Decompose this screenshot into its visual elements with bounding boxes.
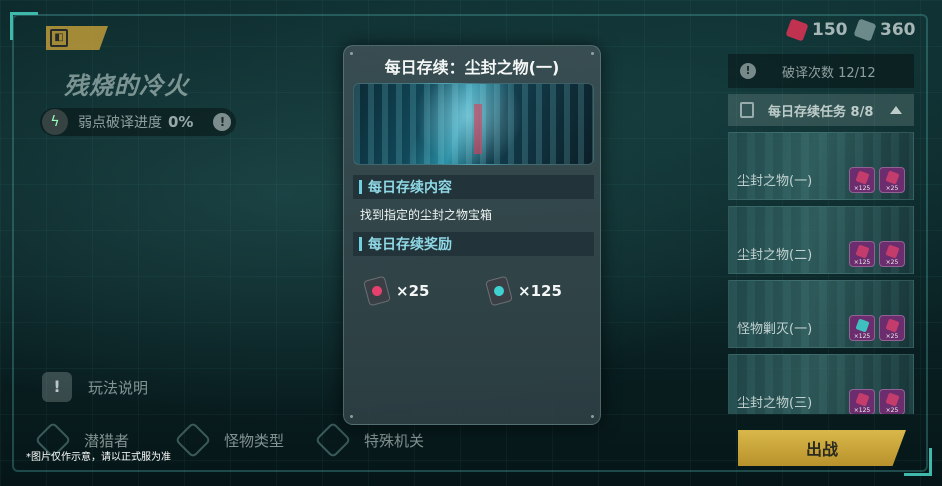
back-button[interactable]: ◧ <box>46 26 108 50</box>
caret-up-icon <box>890 106 902 114</box>
red-crystal-icon <box>785 18 809 42</box>
reward-count: ×125 <box>853 407 871 414</box>
task-card[interactable]: 尘封之物(三) ×125 ×25 <box>728 354 914 414</box>
disclaimer-text: *图片仅作示意，请以正式服为准 <box>26 452 171 463</box>
task-name: 尘封之物(一) <box>737 174 813 189</box>
task-preview-image <box>353 83 594 165</box>
red-crystal-icon: ×25 <box>879 167 905 193</box>
weakness-progress-label: 弱点破译进度 <box>78 115 162 131</box>
reward-count: ×25 <box>396 282 430 300</box>
red-crystal-icon <box>363 275 391 307</box>
info-icon[interactable]: ! <box>213 113 232 131</box>
teal-crystal-icon <box>485 275 513 307</box>
reward-count: ×25 <box>885 185 899 192</box>
content-text: 找到指定的尘封之物宝箱 <box>360 208 493 222</box>
content-section-heading: 每日存续内容 <box>353 175 594 199</box>
frame-corner-bottom-right <box>904 448 932 476</box>
breakdown-count-row: ! 破译次数 12/12 <box>728 54 914 88</box>
frame-corner-top-left <box>10 12 38 40</box>
reward-count: ×125 <box>853 259 871 266</box>
reward-count: ×125 <box>853 333 871 340</box>
reward-item[interactable]: ×125 <box>485 275 562 307</box>
exclamation-icon: ! <box>42 372 72 402</box>
reward-section-heading: 每日存续奖励 <box>353 232 594 256</box>
teal-crystal-icon <box>853 18 877 42</box>
task-card[interactable]: 尘封之物(一) ×125 ×25 <box>728 132 914 200</box>
task-card[interactable]: 怪物剿灭(一) ×125 ×25 <box>728 280 914 348</box>
currency-teal: 360 <box>853 18 916 42</box>
lightning-icon: ϟ <box>42 109 68 135</box>
tab-monster-type[interactable]: 怪物类型 <box>174 421 320 459</box>
currency-value: 150 <box>812 20 848 40</box>
content-heading-text: 每日存续内容 <box>368 180 452 196</box>
tab-label: 特殊机关 <box>364 431 425 450</box>
sortie-button-label: 出战 <box>805 440 838 459</box>
document-icon <box>740 102 754 118</box>
reward-count: ×25 <box>885 407 899 414</box>
breakdown-count: 破译次数 12/12 <box>782 65 876 81</box>
rules-label: 玩法说明 <box>88 378 149 397</box>
reward-count: ×25 <box>885 333 899 340</box>
heading-bar <box>359 237 362 251</box>
task-name: 尘封之物(三) <box>737 396 813 411</box>
daily-task-header-label: 每日存续任务 8/8 <box>768 104 874 120</box>
daily-task-panel: ! 破译次数 12/12 每日存续任务 8/8 尘封之物(一) ×125 ×25… <box>728 54 914 414</box>
back-icon: ◧ <box>50 29 68 47</box>
rules-button[interactable]: ! 玩法说明 <box>42 372 148 402</box>
sortie-button[interactable]: 出战 <box>738 430 906 466</box>
red-crystal-icon: ×125 <box>849 167 875 193</box>
stage-title: 残烧的冷火 <box>64 72 189 100</box>
weakness-progress: ϟ 弱点破译进度 0% ! <box>40 108 236 136</box>
corner-dot <box>350 415 353 418</box>
mechanism-icon <box>314 421 352 459</box>
reward-item[interactable]: ×25 <box>363 275 430 307</box>
currency-red: 150 <box>785 18 848 42</box>
reward-count: ×125 <box>518 282 562 300</box>
red-crystal-icon: ×25 <box>879 389 905 414</box>
exclamation-icon: ! <box>740 63 756 79</box>
task-card[interactable]: 尘封之物(二) ×125 ×25 <box>728 206 914 274</box>
corner-dot <box>591 415 594 418</box>
heading-bar <box>359 180 362 194</box>
red-crystal-icon: ×25 <box>879 315 905 341</box>
task-name: 怪物剿灭(一) <box>737 322 813 337</box>
daily-task-header[interactable]: 每日存续任务 8/8 <box>728 94 914 126</box>
tab-mechanism[interactable]: 特殊机关 <box>314 421 460 459</box>
reward-heading-text: 每日存续奖励 <box>368 237 452 253</box>
task-name: 尘封之物(二) <box>737 248 813 263</box>
corner-dot <box>591 52 594 55</box>
teal-crystal-icon: ×125 <box>849 315 875 341</box>
daily-task-detail-popup: 每日存续：尘封之物(一) 每日存续内容 找到指定的尘封之物宝箱 每日存续奖励 ×… <box>343 45 601 425</box>
reward-count: ×25 <box>885 259 899 266</box>
tab-label: 怪物类型 <box>224 431 285 450</box>
corner-dot <box>350 52 353 55</box>
red-crystal-icon: ×125 <box>849 241 875 267</box>
currency-value: 360 <box>880 20 916 40</box>
red-crystal-icon: ×25 <box>879 241 905 267</box>
red-crystal-icon: ×125 <box>849 389 875 414</box>
monster-type-icon <box>174 421 212 459</box>
weakness-progress-value: 0% <box>168 113 194 131</box>
popup-title: 每日存续：尘封之物(一) <box>384 58 560 77</box>
reward-count: ×125 <box>853 185 871 192</box>
